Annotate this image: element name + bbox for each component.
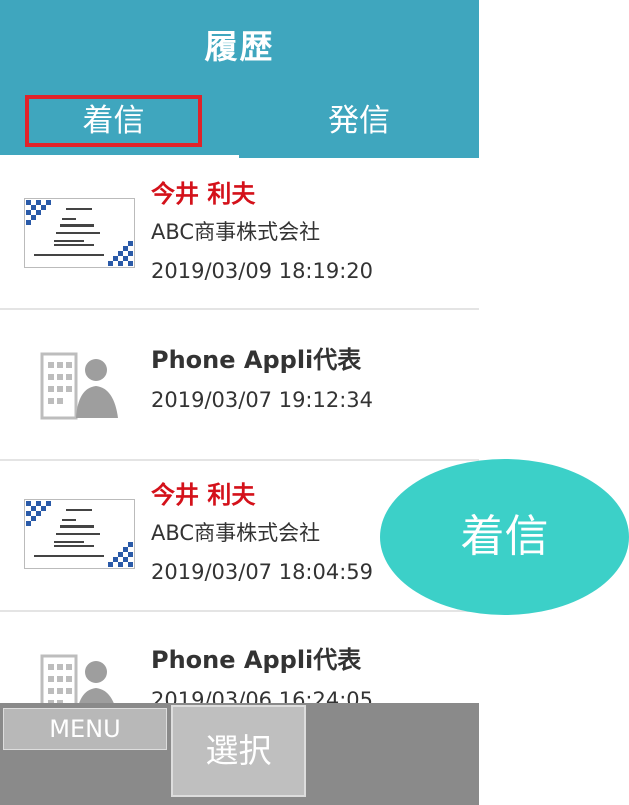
business-card-icon	[24, 499, 135, 569]
company-name: ABC商事株式会社	[151, 521, 321, 545]
contact-name: Phone Appli代表	[151, 646, 362, 674]
business-card-icon	[24, 198, 135, 268]
contact-name: 今井 利夫	[151, 481, 256, 509]
tab-incoming[interactable]: 着信	[25, 95, 202, 147]
page-title: 履歴	[204, 27, 275, 66]
company-name: ABC商事株式会社	[151, 220, 321, 244]
contact-name: Phone Appli代表	[151, 346, 362, 374]
history-item[interactable]: Phone Appli代表 2019/03/07 19:12:34	[0, 310, 479, 461]
call-datetime: 2019/03/07 19:12:34	[151, 388, 374, 412]
app-screen: 履歴 着信 発信 今井 利夫 ABC商事株式会社 2019/03/09 18:1…	[0, 0, 479, 805]
incoming-callout-bubble: 着信	[380, 459, 629, 615]
menu-button[interactable]: MENU	[3, 708, 167, 750]
call-datetime: 2019/03/09 18:19:20	[151, 259, 374, 283]
call-datetime: 2019/03/07 18:04:59	[151, 560, 374, 584]
select-button[interactable]: 選択	[171, 705, 306, 797]
contact-name: 今井 利夫	[151, 180, 256, 208]
history-item[interactable]: 今井 利夫 ABC商事株式会社 2019/03/09 18:19:20	[0, 158, 479, 310]
building-person-icon	[40, 348, 120, 420]
tab-outgoing[interactable]: 発信	[239, 95, 479, 147]
header: 履歴 着信 発信	[0, 0, 479, 158]
bottom-toolbar: MENU 選択	[0, 703, 479, 805]
